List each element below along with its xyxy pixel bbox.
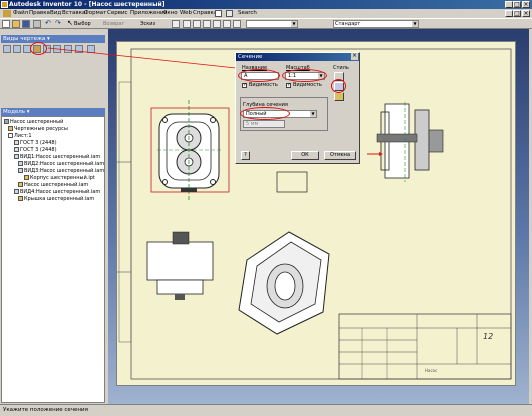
scale-input[interactable]: 1:1 ▼ bbox=[285, 72, 325, 80]
visibility2-checkbox[interactable]: ✓ bbox=[286, 83, 291, 88]
dialog-title-bar[interactable]: Сечение × bbox=[236, 53, 359, 61]
visibility2-label: Видимость bbox=[293, 82, 322, 88]
name-input[interactable]: А bbox=[241, 72, 279, 80]
style-label: Стиль bbox=[333, 65, 349, 71]
status-bar: Укажите положение сечения bbox=[0, 404, 532, 416]
dialog-title: Сечение bbox=[238, 54, 263, 60]
distance-input[interactable]: 5 мм bbox=[243, 120, 285, 128]
name-label: Название bbox=[242, 65, 268, 71]
style-button-3[interactable] bbox=[334, 92, 344, 101]
scale-label: Масштаб bbox=[286, 65, 310, 71]
visibility-checkbox[interactable]: ✓ bbox=[242, 83, 247, 88]
depth-select[interactable]: Полный ▼ bbox=[243, 110, 317, 118]
depth-label: Глубина сечения bbox=[243, 102, 288, 108]
visibility-label: Видимость bbox=[249, 82, 278, 88]
style-button-2[interactable] bbox=[334, 82, 344, 91]
help-button[interactable]: ? bbox=[241, 151, 250, 160]
cancel-button[interactable]: Отмена bbox=[324, 151, 356, 160]
style-button-1[interactable] bbox=[334, 72, 344, 81]
status-text: Укажите положение сечения bbox=[3, 407, 88, 413]
section-dialog: Сечение × Название А ✓ Видимость Масштаб… bbox=[235, 52, 360, 164]
dialog-close-button[interactable]: × bbox=[351, 53, 358, 60]
ok-button[interactable]: ОК bbox=[291, 151, 319, 160]
